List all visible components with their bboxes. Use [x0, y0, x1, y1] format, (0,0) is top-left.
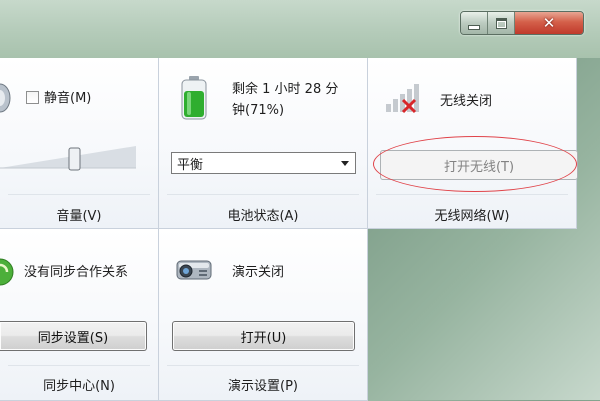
- sync-title: 同步中心(N): [43, 379, 115, 394]
- sync-icon: [0, 258, 14, 286]
- wireless-tile: 无线关闭 打开无线(T) 无线网络(W): [368, 58, 578, 229]
- caption-buttons: ✕: [460, 11, 584, 35]
- close-button[interactable]: ✕: [515, 12, 583, 34]
- mute-label: 静音(M): [44, 91, 92, 106]
- battery-status-line1: 剩余 1 小时 28 分: [232, 82, 339, 97]
- turn-on-presentation-button[interactable]: 打开(U): [172, 321, 355, 351]
- wireless-title: 无线网络(W): [434, 209, 510, 224]
- window-title-bar: ✕: [0, 0, 600, 58]
- minimize-button[interactable]: [461, 12, 488, 34]
- wireless-status: 无线关闭: [440, 94, 493, 109]
- maximize-icon: [495, 17, 507, 29]
- presentation-title: 演示设置(P): [228, 379, 298, 394]
- presentation-tile: 演示关闭 打开(U) 演示设置(P): [159, 229, 368, 401]
- sync-tile: 没有同步合作关系 同步设置(S) 同步中心(N): [0, 229, 159, 401]
- close-icon: ✕: [542, 14, 556, 32]
- sync-status: 没有同步合作关系: [24, 265, 129, 280]
- volume-slider[interactable]: [0, 140, 140, 174]
- tile-divider: [376, 194, 568, 195]
- tile-divider: [167, 365, 359, 366]
- projector-icon: [176, 260, 212, 280]
- wireless-signal-off-icon: [386, 84, 419, 114]
- tile-divider: [8, 194, 150, 195]
- power-plan-value: 平衡: [177, 157, 204, 173]
- volume-tile: 静音(M) 音量(V): [0, 58, 159, 229]
- volume-title: 音量(V): [56, 209, 102, 224]
- mute-checkbox[interactable]: [26, 91, 39, 104]
- battery-title: 电池状态(A): [227, 209, 299, 224]
- sync-settings-button[interactable]: 同步设置(S): [0, 321, 147, 351]
- chevron-down-icon: [341, 161, 349, 166]
- turn-on-wireless-button[interactable]: 打开无线(T): [380, 150, 578, 180]
- battery-status-line2: 钟(71%): [232, 103, 285, 118]
- power-plan-select[interactable]: 平衡: [171, 152, 356, 174]
- mobility-center-panel: 静音(M) 音量(V) 剩余 1 小时 28 分 钟(71%) 平衡 电池状态(…: [0, 58, 578, 401]
- maximize-button[interactable]: [488, 12, 515, 34]
- battery-tile: 剩余 1 小时 28 分 钟(71%) 平衡 电池状态(A): [159, 58, 368, 229]
- tile-divider: [167, 194, 359, 195]
- presentation-status: 演示关闭: [232, 265, 285, 280]
- tile-divider: [8, 365, 150, 366]
- battery-icon: [181, 76, 207, 120]
- speaker-icon: [0, 83, 11, 113]
- minimize-icon: [468, 24, 480, 30]
- volume-slider-thumb[interactable]: [68, 147, 81, 171]
